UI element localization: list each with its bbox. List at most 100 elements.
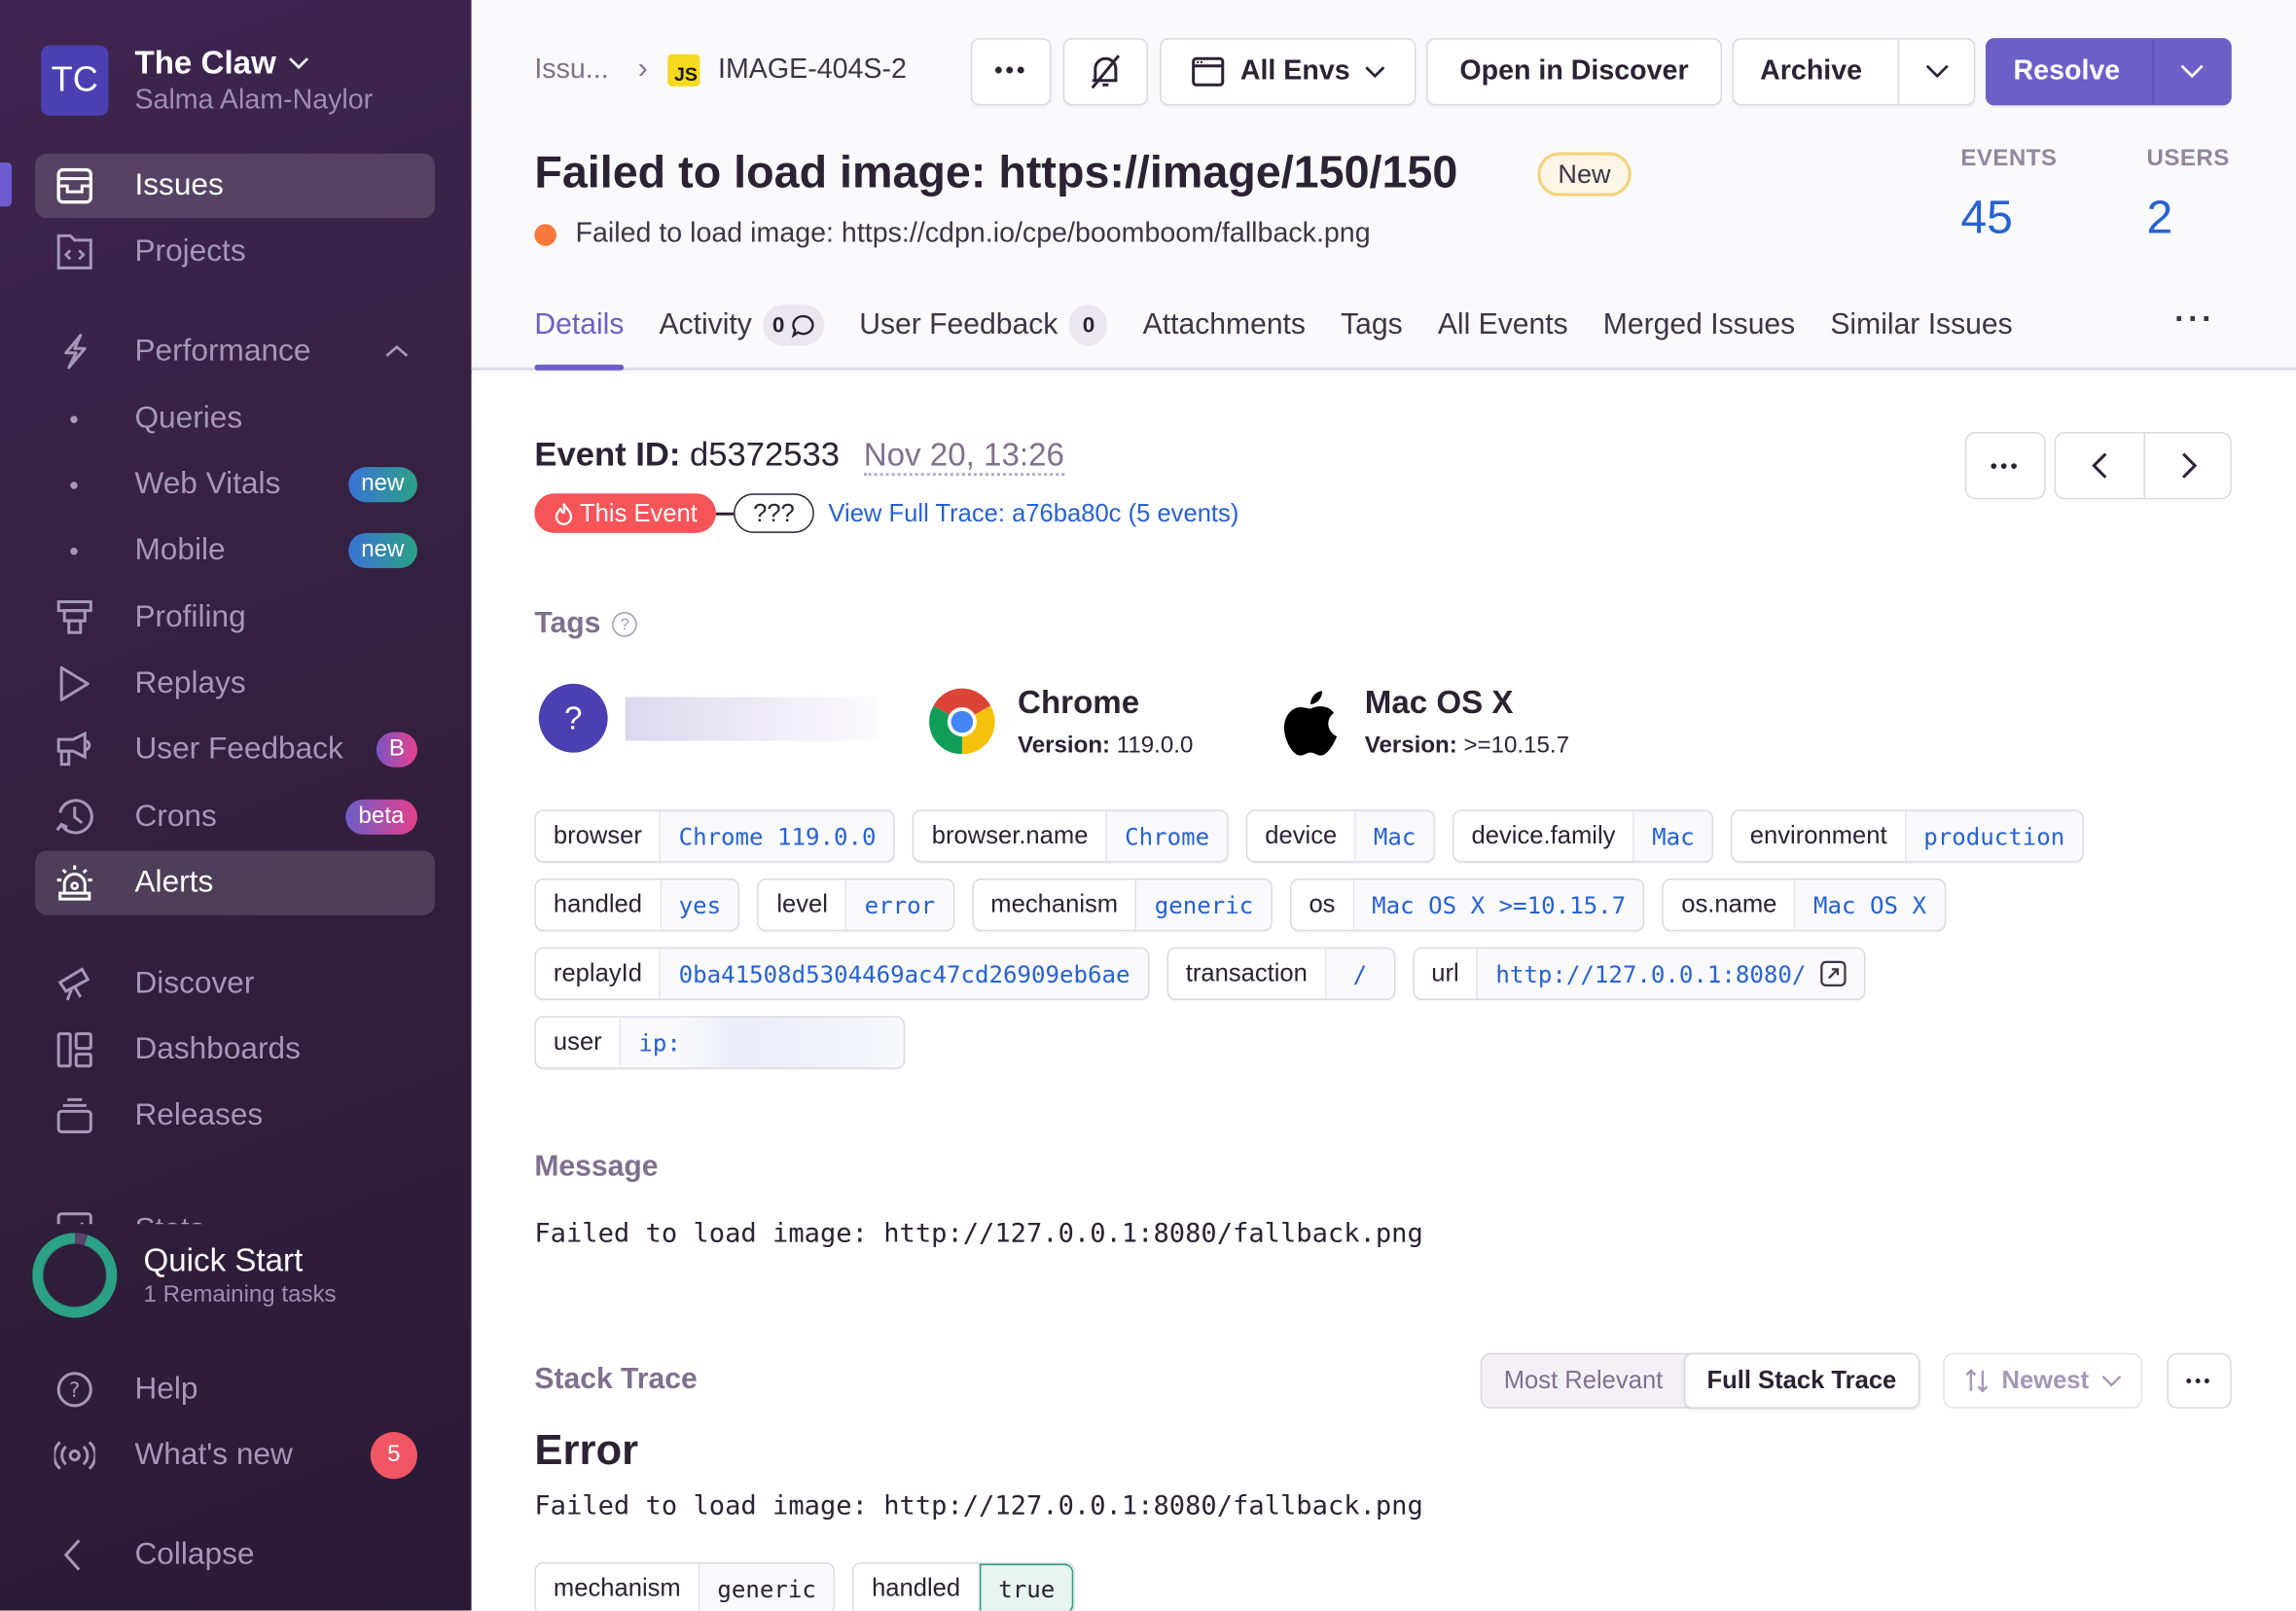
sidebar-item-replays[interactable]: Replays: [35, 652, 435, 716]
sidebar-item-dashboards[interactable]: Dashboards: [35, 1018, 435, 1082]
sidebar-item-profiling[interactable]: Profiling: [35, 586, 435, 650]
sidebar-item-alerts[interactable]: Alerts: [35, 850, 436, 915]
tag-value[interactable]: Mac: [1634, 810, 1712, 861]
projects-icon: [53, 230, 96, 273]
sidebar-item-issues[interactable]: Issues: [35, 154, 436, 219]
tab-merged-issues[interactable]: Merged Issues: [1603, 304, 1795, 345]
sidebar-item-web-vitals[interactable]: Web Vitals new: [35, 452, 435, 517]
sidebar-item-releases[interactable]: Releases: [35, 1084, 435, 1148]
external-link-icon[interactable]: [1820, 960, 1848, 987]
sidebar-item-label: Replays: [134, 665, 246, 700]
tag-key: handled: [535, 879, 662, 930]
previous-event-button[interactable]: [2056, 434, 2143, 498]
tag-os[interactable]: os Mac OS X >=10.15.7: [1289, 878, 1645, 932]
tag-key: environment: [1732, 810, 1907, 861]
sidebar-item-crons[interactable]: Crons beta: [35, 785, 435, 849]
tag-value[interactable]: ip:: [638, 1028, 681, 1056]
tag-value[interactable]: Mac OS X >=10.15.7: [1354, 879, 1644, 930]
crons-icon: [53, 795, 96, 839]
tag-key: handled: [854, 1563, 980, 1611]
chevron-down-icon[interactable]: [2180, 64, 2204, 79]
tag-value[interactable]: Chrome: [1107, 810, 1228, 861]
more-actions-button[interactable]: •••: [970, 38, 1052, 106]
tag-value[interactable]: yes: [661, 879, 739, 930]
sidebar-item-user-feedback[interactable]: User Feedback B: [35, 717, 435, 781]
tag-mechanism[interactable]: mechanism generic: [971, 878, 1273, 932]
tag-url[interactable]: url http://127.0.0.1:8080/: [1412, 947, 1867, 1000]
tag-value[interactable]: Mac: [1355, 810, 1434, 861]
events-count[interactable]: 45: [1960, 191, 2057, 245]
tag-replay-id[interactable]: replayId 0ba41508d5304469ac47cd26909eb6ae: [534, 947, 1150, 1000]
mute-button[interactable]: [1062, 38, 1148, 106]
tag-value[interactable]: Mac OS X: [1795, 879, 1945, 930]
sidebar-item-queries[interactable]: Queries: [35, 386, 435, 450]
users-count[interactable]: 2: [2146, 191, 2229, 245]
sidebar-item-stats[interactable]: Stats: [35, 1198, 435, 1225]
sort-order-dropdown[interactable]: Newest: [1943, 1352, 2142, 1409]
exception-type: Error: [534, 1427, 639, 1475]
tag-os-name[interactable]: os.name Mac OS X: [1662, 878, 1946, 932]
next-event-button[interactable]: [2145, 434, 2233, 498]
tab-user-feedback[interactable]: User Feedback 0: [859, 304, 1108, 346]
quick-start[interactable]: 1 Quick Start 1 Remaining tasks: [32, 1233, 337, 1318]
divider: [2152, 39, 2155, 104]
tab-all-events[interactable]: All Events: [1438, 304, 1568, 345]
sidebar-item-projects[interactable]: Projects: [35, 220, 435, 284]
stack-trace-options-button[interactable]: •••: [2167, 1352, 2232, 1409]
tag-value[interactable]: production: [1906, 810, 2083, 861]
tag-value[interactable]: 0ba41508d5304469ac47cd26909eb6ae: [661, 949, 1148, 999]
tag-value[interactable]: http://127.0.0.1:8080/: [1495, 960, 1806, 988]
open-in-discover-button[interactable]: Open in Discover: [1425, 38, 1722, 106]
more-tabs-button[interactable]: ···: [2174, 301, 2215, 339]
tag-transaction[interactable]: transaction /: [1166, 947, 1395, 1000]
bullet-icon: [70, 414, 78, 423]
environment-selector[interactable]: All Envs: [1160, 38, 1417, 106]
unknown-trace-node[interactable]: ???: [734, 493, 814, 533]
breadcrumb-issues-link[interactable]: Issu...: [534, 54, 608, 86]
full-stack-trace-option[interactable]: Full Stack Trace: [1683, 1352, 1920, 1409]
tag-browser[interactable]: browser Chrome 119.0.0: [534, 809, 896, 863]
tag-level[interactable]: level error: [757, 878, 954, 932]
tag-environment[interactable]: environment production: [1731, 809, 2084, 863]
tag-value[interactable]: /: [1326, 949, 1394, 999]
tag-device[interactable]: device Mac: [1245, 809, 1435, 863]
tag-handled[interactable]: handled yes: [534, 878, 740, 932]
stack-trace-section-title: Stack Trace: [534, 1363, 698, 1396]
message-text: Failed to load image: http://127.0.0.1:8…: [534, 1218, 1423, 1249]
tag-key: device: [1247, 810, 1356, 861]
tab-similar-issues[interactable]: Similar Issues: [1830, 304, 2012, 345]
org-switcher[interactable]: TC The Claw Salma Alam-Naylor: [41, 44, 373, 117]
beta-badge: beta: [344, 799, 417, 835]
sidebar-item-mobile[interactable]: Mobile new: [35, 519, 435, 583]
issue-tabs: Details Activity 0 User Feedback 0 Attac…: [534, 304, 2047, 371]
chevron-up-icon[interactable]: [385, 344, 409, 359]
sidebar-item-label: Projects: [134, 233, 246, 268]
sidebar-item-help[interactable]: ? Help: [35, 1357, 435, 1421]
chevron-down-icon[interactable]: [1925, 64, 1949, 79]
event-actions-button[interactable]: •••: [1964, 432, 2046, 500]
sidebar-item-discover[interactable]: Discover: [35, 951, 435, 1016]
most-relevant-option[interactable]: Most Relevant: [1482, 1354, 1685, 1407]
tag-value[interactable]: Chrome 119.0.0: [661, 810, 894, 861]
tag-user[interactable]: user ip:: [534, 1016, 906, 1069]
performance-icon: [53, 330, 96, 374]
tab-activity[interactable]: Activity 0: [660, 304, 825, 346]
tag-browser-name[interactable]: browser.name Chrome: [913, 809, 1229, 863]
sidebar-collapse-button[interactable]: Collapse: [35, 1522, 435, 1587]
resolve-button[interactable]: Resolve: [2014, 55, 2121, 88]
question-icon[interactable]: ?: [612, 612, 638, 637]
tag-value[interactable]: generic: [1136, 879, 1272, 930]
tab-attachments[interactable]: Attachments: [1143, 304, 1306, 345]
this-event-node[interactable]: This Event: [534, 493, 717, 533]
view-full-trace-link[interactable]: View Full Trace: a76ba80c (5 events): [828, 498, 1238, 527]
event-id[interactable]: d5372533: [690, 435, 840, 473]
tab-tags[interactable]: Tags: [1341, 304, 1403, 345]
archive-button[interactable]: Archive: [1760, 55, 1862, 88]
tag-value[interactable]: error: [846, 879, 953, 930]
tab-details[interactable]: Details: [534, 304, 625, 371]
handled-pill: handled true: [852, 1561, 1076, 1611]
new-badge: new: [347, 532, 417, 568]
tag-device-family[interactable]: device.family Mac: [1452, 809, 1714, 863]
sidebar-item-whats-new[interactable]: What's new 5: [35, 1423, 435, 1487]
sidebar-item-performance[interactable]: Performance: [35, 319, 435, 383]
